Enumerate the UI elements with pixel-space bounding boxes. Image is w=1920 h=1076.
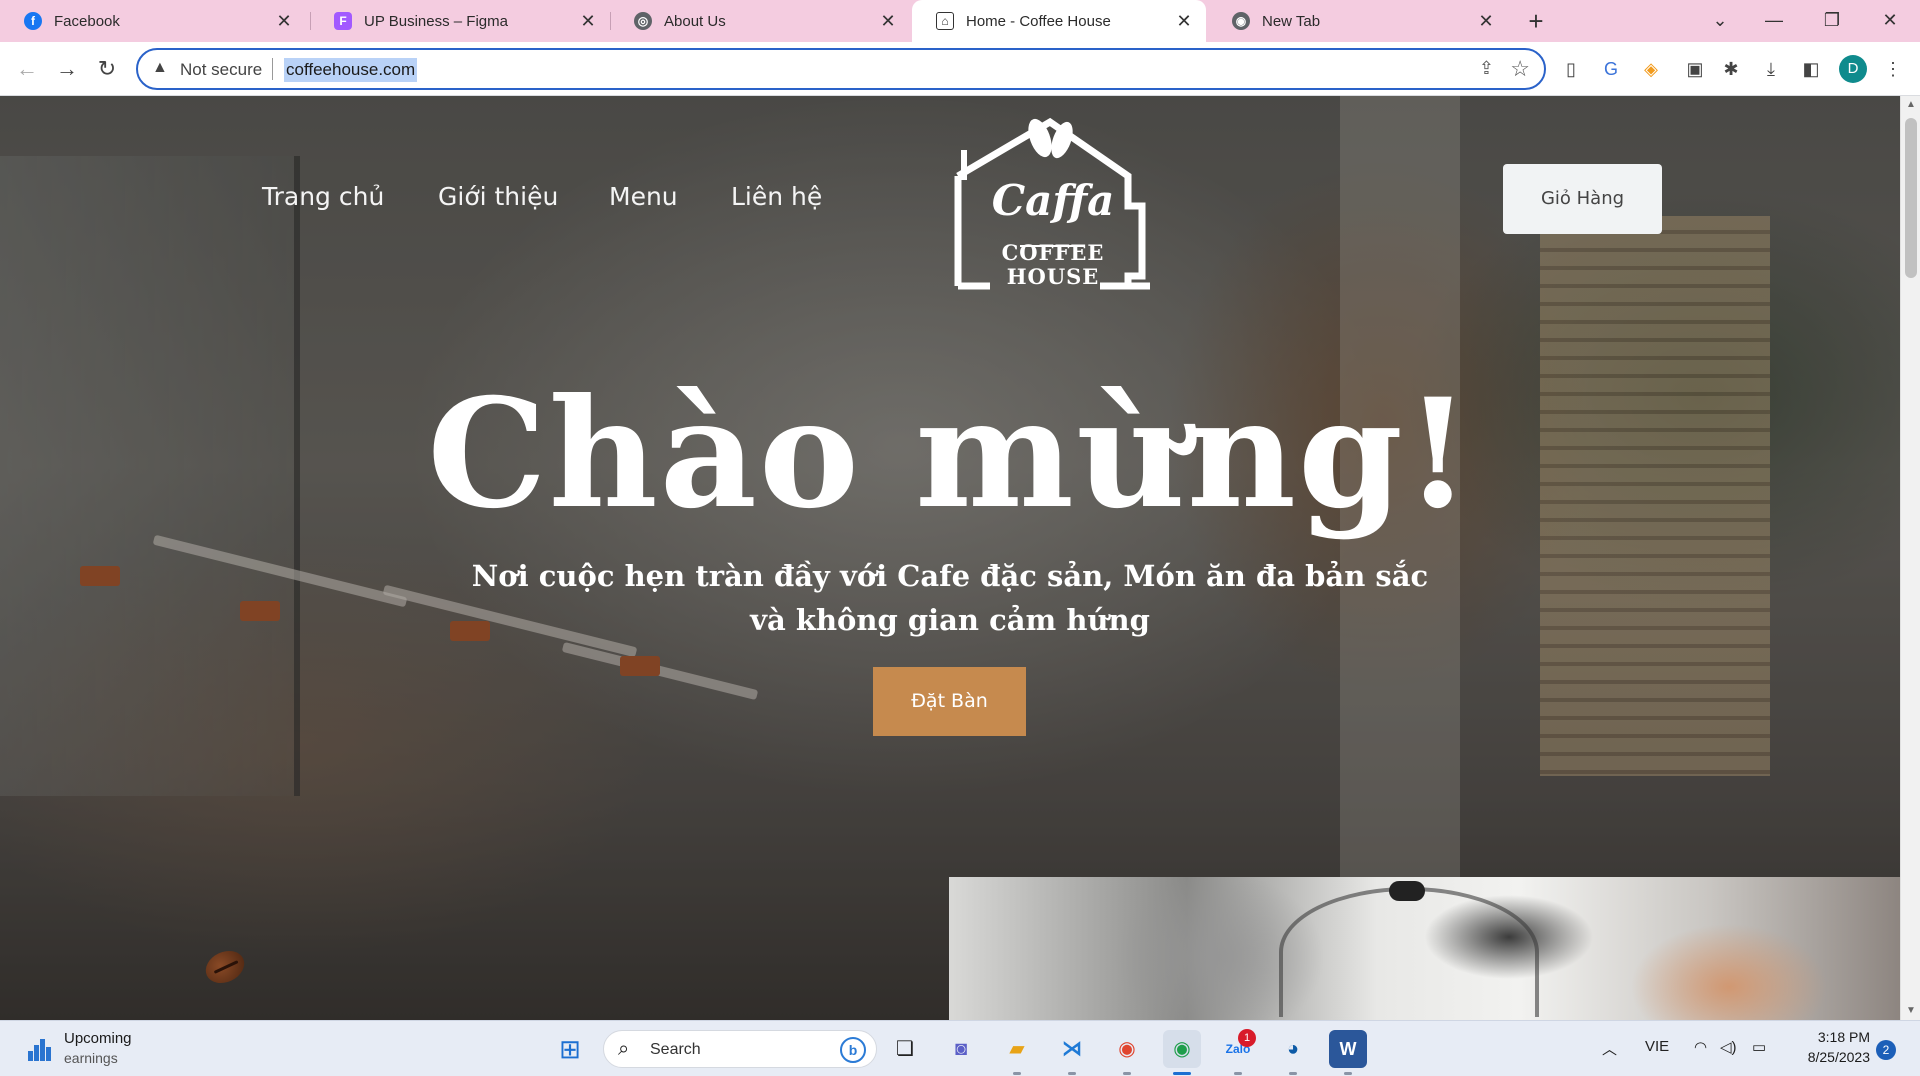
zalo-badge: 1 bbox=[1238, 1029, 1256, 1047]
battery-icon[interactable]: ▭ bbox=[1752, 1038, 1766, 1056]
back-arrow-icon[interactable]: ← bbox=[10, 52, 44, 86]
share-icon[interactable]: ⇪ bbox=[1479, 58, 1494, 79]
logo-line-coffee: COFFEE bbox=[1001, 240, 1105, 265]
close-window-icon[interactable]: ✕ bbox=[1866, 0, 1914, 42]
language-indicator[interactable]: VIE bbox=[1645, 1038, 1669, 1055]
close-icon[interactable]: ✕ bbox=[1174, 11, 1194, 32]
chrome-icon[interactable]: ◉ bbox=[1108, 1030, 1146, 1068]
globe-icon: ◎ bbox=[634, 12, 652, 30]
minimize-icon[interactable]: — bbox=[1750, 0, 1798, 42]
browser-toolbar: ← → ↻ ▲ Not secure coffeehouse.com ⇪ ☆ ▯… bbox=[0, 42, 1920, 96]
url-text[interactable]: coffeehouse.com bbox=[284, 58, 418, 82]
close-icon[interactable]: ✕ bbox=[878, 11, 898, 32]
nav-about[interactable]: Giới thiệu bbox=[438, 182, 558, 211]
logo-script: Caffa bbox=[991, 176, 1115, 225]
word-icon[interactable]: W bbox=[1329, 1030, 1367, 1068]
tab-new-tab[interactable]: ◉ New Tab ✕ bbox=[1208, 0, 1508, 42]
security-label[interactable]: Not secure bbox=[180, 60, 262, 80]
scroll-up-icon[interactable]: ▲ bbox=[1901, 96, 1920, 114]
maximize-icon[interactable]: ❐ bbox=[1808, 0, 1856, 42]
translate-extension-icon[interactable]: G bbox=[1596, 54, 1626, 84]
profile-avatar[interactable]: D bbox=[1839, 55, 1867, 83]
forward-arrow-icon[interactable]: → bbox=[50, 52, 84, 86]
volume-icon[interactable]: ◁) bbox=[1720, 1038, 1737, 1056]
book-table-button[interactable]: Đặt Bàn bbox=[873, 667, 1026, 736]
tab-title: Home - Coffee House bbox=[966, 12, 1111, 30]
side-panel-icon[interactable]: ◧ bbox=[1796, 54, 1826, 84]
close-icon[interactable]: ✕ bbox=[578, 11, 598, 32]
tab-about-us[interactable]: ◎ About Us ✕ bbox=[610, 0, 910, 42]
cart-button[interactable]: Giỏ Hàng bbox=[1503, 164, 1662, 234]
scroll-down-icon[interactable]: ▼ bbox=[1901, 1002, 1920, 1020]
site-logo[interactable]: Caffa COFFEE HOUSE bbox=[950, 116, 1154, 292]
scroll-thumb[interactable] bbox=[1905, 118, 1917, 278]
notification-badge[interactable]: 2 bbox=[1876, 1040, 1896, 1060]
tab-title: New Tab bbox=[1262, 12, 1321, 30]
tab-title: UP Business – Figma bbox=[364, 12, 508, 30]
warning-icon[interactable]: ▲ bbox=[152, 59, 168, 77]
windows-start-icon[interactable]: ⊞ bbox=[551, 1030, 589, 1068]
bing-icon[interactable]: b bbox=[840, 1037, 866, 1063]
teams-chat-icon[interactable]: ◙ bbox=[942, 1030, 980, 1068]
orange-extension-icon[interactable]: ◈ bbox=[1636, 54, 1666, 84]
chrome-profile-icon[interactable]: ◉ bbox=[1163, 1030, 1201, 1068]
wifi-icon[interactable]: ◠ bbox=[1694, 1038, 1707, 1056]
extensions-puzzle-icon[interactable]: ✱ bbox=[1716, 54, 1746, 84]
search-label: Search bbox=[650, 1041, 701, 1058]
vscode-icon[interactable]: ⋊ bbox=[1053, 1030, 1091, 1068]
tray-chevron-icon[interactable]: ︿ bbox=[1602, 1038, 1617, 1059]
nav-home[interactable]: Trang chủ bbox=[262, 182, 384, 211]
close-icon[interactable]: ✕ bbox=[1476, 11, 1496, 32]
bookmark-star-icon[interactable]: ☆ bbox=[1510, 56, 1530, 82]
tab-search-chevron-icon[interactable]: ⌄ bbox=[1696, 0, 1744, 42]
figma-icon: F bbox=[334, 12, 352, 30]
logo-line-house: HOUSE bbox=[1006, 264, 1100, 289]
tab-title: Facebook bbox=[54, 12, 120, 30]
coffee-brewing-photo bbox=[949, 877, 1900, 1020]
hero-headline: Chào mừng! bbox=[427, 366, 1473, 542]
page-scrollbar[interactable]: ▲ ▼ bbox=[1900, 96, 1920, 1020]
tab-figma[interactable]: F UP Business – Figma ✕ bbox=[310, 0, 610, 42]
address-bar[interactable]: ▲ Not secure coffeehouse.com ⇪ ☆ bbox=[136, 48, 1546, 90]
chrome-icon: ◉ bbox=[1232, 12, 1250, 30]
close-icon[interactable]: ✕ bbox=[274, 11, 294, 32]
tab-facebook[interactable]: f Facebook ✕ bbox=[0, 0, 306, 42]
nav-contact[interactable]: Liên hệ bbox=[731, 182, 822, 211]
task-view-icon[interactable]: ❏ bbox=[886, 1030, 924, 1068]
widget-title[interactable]: Upcoming bbox=[64, 1030, 132, 1047]
windows-taskbar: Upcoming earnings ⊞ ⌕ Search b ❏ ◙ ▰ ⋊ ◉… bbox=[0, 1020, 1920, 1076]
widget-subtitle[interactable]: earnings bbox=[64, 1050, 118, 1066]
tab-title: About Us bbox=[664, 12, 726, 30]
reload-icon[interactable]: ↻ bbox=[90, 52, 124, 86]
clock-time[interactable]: 3:18 PM bbox=[1796, 1029, 1870, 1045]
github-desktop-icon[interactable]: ◕ bbox=[1274, 1030, 1312, 1068]
coffee-house-icon: ⌂ bbox=[936, 12, 954, 30]
tab-strip: f Facebook ✕ F UP Business – Figma ✕ ◎ A… bbox=[0, 0, 1920, 42]
tab-home-coffee-house[interactable]: ⌂ Home - Coffee House ✕ bbox=[912, 0, 1206, 42]
extension-phone-icon[interactable]: ▯ bbox=[1556, 54, 1586, 84]
taskbar-search[interactable]: ⌕ Search b bbox=[603, 1030, 877, 1068]
clock-date[interactable]: 8/25/2023 bbox=[1786, 1049, 1870, 1065]
off-extension-icon[interactable]: ▣ bbox=[1680, 54, 1710, 84]
page-viewport: Trang chủ Giới thiệu Menu Liên hệ Caffa … bbox=[0, 96, 1900, 1020]
nav-menu[interactable]: Menu bbox=[609, 182, 678, 211]
facebook-icon: f bbox=[24, 12, 42, 30]
menu-kebab-icon[interactable]: ⋮ bbox=[1878, 54, 1908, 84]
stocks-chart-icon[interactable] bbox=[28, 1035, 51, 1061]
new-tab-button[interactable]: + bbox=[1520, 6, 1552, 38]
download-icon[interactable]: ⤓ bbox=[1756, 54, 1786, 84]
hero-subtitle: Nơi cuộc hẹn tràn đầy với Cafe đặc sản, … bbox=[471, 559, 1429, 637]
search-icon: ⌕ bbox=[618, 1038, 630, 1060]
file-explorer-icon[interactable]: ▰ bbox=[998, 1030, 1036, 1068]
